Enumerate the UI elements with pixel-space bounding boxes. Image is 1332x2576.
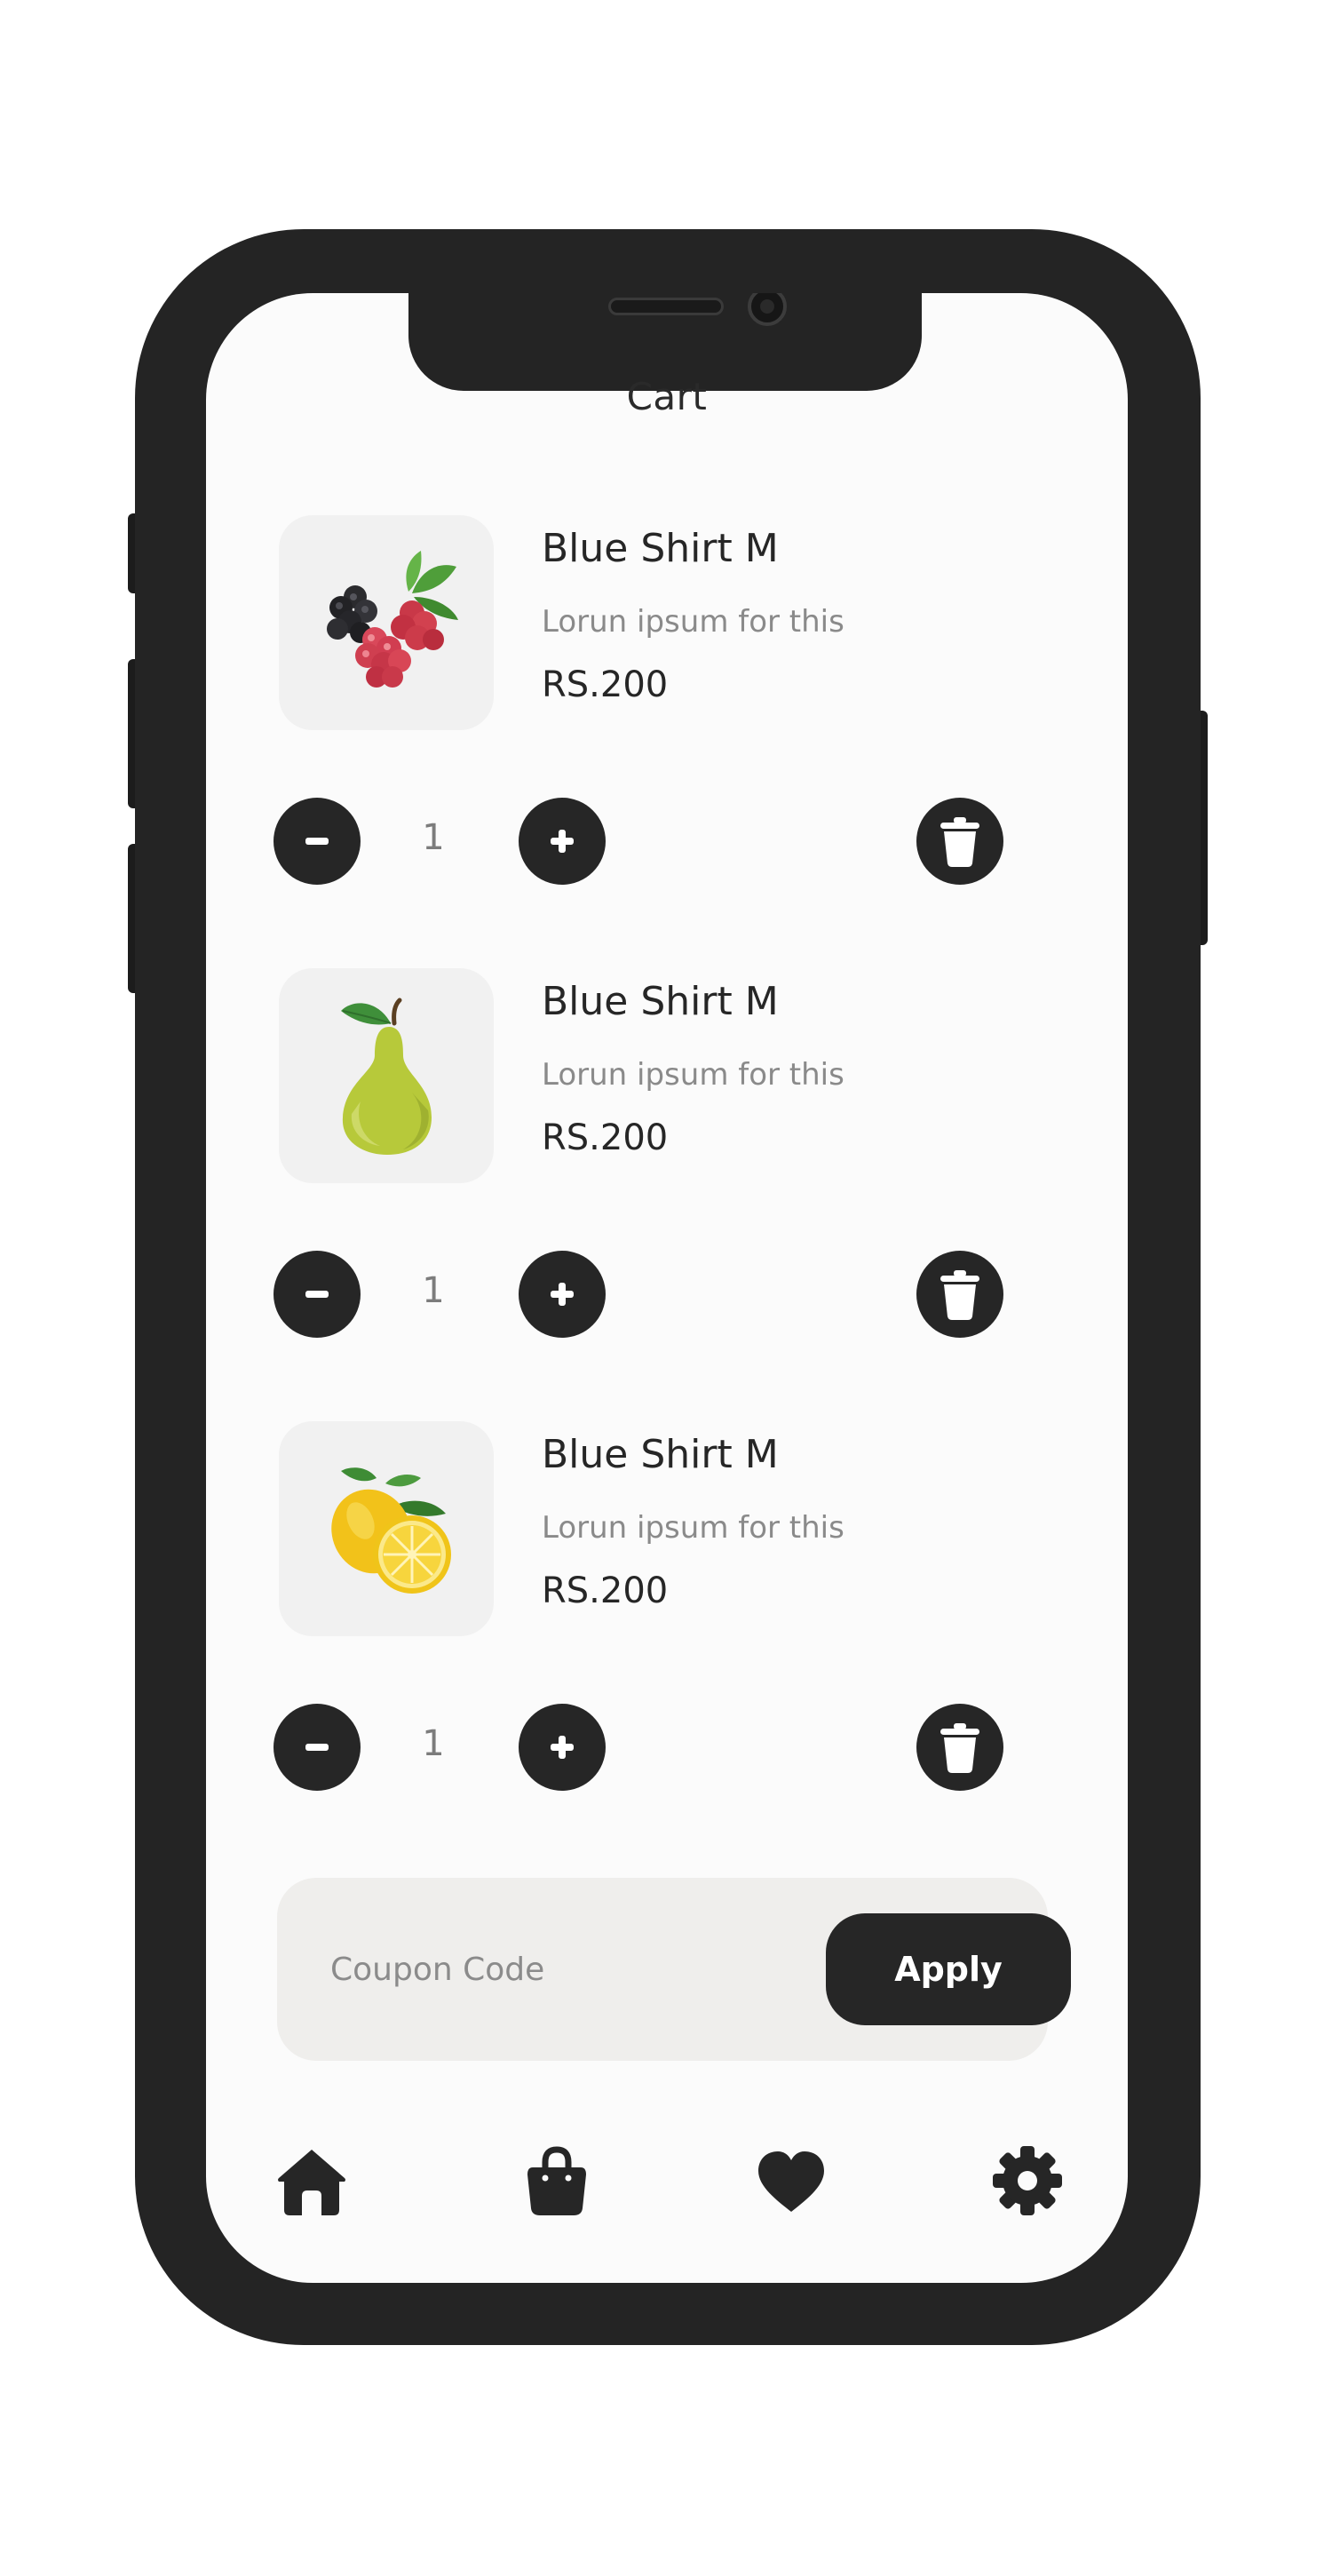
product-price: RS.200 (542, 664, 669, 705)
decrease-quantity-button[interactable] (274, 798, 361, 885)
product-name: Blue Shirt M (542, 979, 779, 1024)
product-description: Lorun ipsum for this (542, 1057, 844, 1093)
phone-screen: Cart Blue Shirt M Lorun ipsum for this R… (206, 293, 1128, 2283)
trash-icon (940, 817, 979, 867)
product-description: Lorun ipsum for this (542, 1510, 844, 1546)
product-name: Blue Shirt M (542, 1432, 779, 1477)
front-camera (748, 293, 787, 326)
quantity-value: 1 (422, 817, 445, 858)
coupon-panel: Apply (277, 1878, 1071, 2061)
heart-icon (758, 2151, 824, 2212)
minus-icon (305, 1291, 329, 1298)
decrease-quantity-button[interactable] (274, 1704, 361, 1791)
product-thumbnail-pear[interactable] (279, 968, 494, 1183)
delete-item-button[interactable] (916, 1704, 1003, 1791)
nav-cart[interactable] (517, 2141, 597, 2221)
coupon-code-input[interactable] (330, 1938, 703, 2000)
product-thumbnail-lemons[interactable] (279, 1421, 494, 1636)
increase-quantity-button[interactable] (519, 798, 606, 885)
mixed-berries-image (327, 551, 458, 688)
green-pear-image (341, 998, 432, 1155)
speaker-grille (608, 298, 724, 315)
cart-item: Blue Shirt M Lorun ipsum for this RS.200… (206, 968, 1128, 1341)
trash-icon (940, 1723, 979, 1773)
nav-settings[interactable] (987, 2141, 1067, 2221)
lemons-image (331, 1467, 451, 1594)
shopping-bag-icon (527, 2146, 586, 2215)
delete-item-button[interactable] (916, 798, 1003, 885)
increase-quantity-button[interactable] (519, 1251, 606, 1338)
product-thumbnail-berries[interactable] (279, 515, 494, 730)
trash-icon (940, 1270, 979, 1320)
minus-icon (305, 1744, 329, 1751)
minus-icon (305, 838, 329, 845)
quantity-value: 1 (422, 1270, 445, 1311)
product-description: Lorun ipsum for this (542, 604, 844, 640)
home-icon (278, 2150, 345, 2215)
nav-favorites[interactable] (751, 2141, 831, 2221)
apply-coupon-button[interactable]: Apply (826, 1913, 1071, 2025)
settings-gear-icon (993, 2146, 1062, 2215)
product-price: RS.200 (542, 1570, 669, 1611)
page-title: Cart (626, 375, 708, 418)
product-name: Blue Shirt M (542, 526, 779, 571)
quantity-value: 1 (422, 1723, 445, 1764)
product-price: RS.200 (542, 1117, 669, 1158)
increase-quantity-button[interactable] (519, 1704, 606, 1791)
cart-item: Blue Shirt M Lorun ipsum for this RS.200… (206, 1421, 1128, 1794)
cart-item: Blue Shirt M Lorun ipsum for this RS.200… (206, 515, 1128, 888)
nav-home[interactable] (272, 2141, 352, 2221)
delete-item-button[interactable] (916, 1251, 1003, 1338)
decrease-quantity-button[interactable] (274, 1251, 361, 1338)
